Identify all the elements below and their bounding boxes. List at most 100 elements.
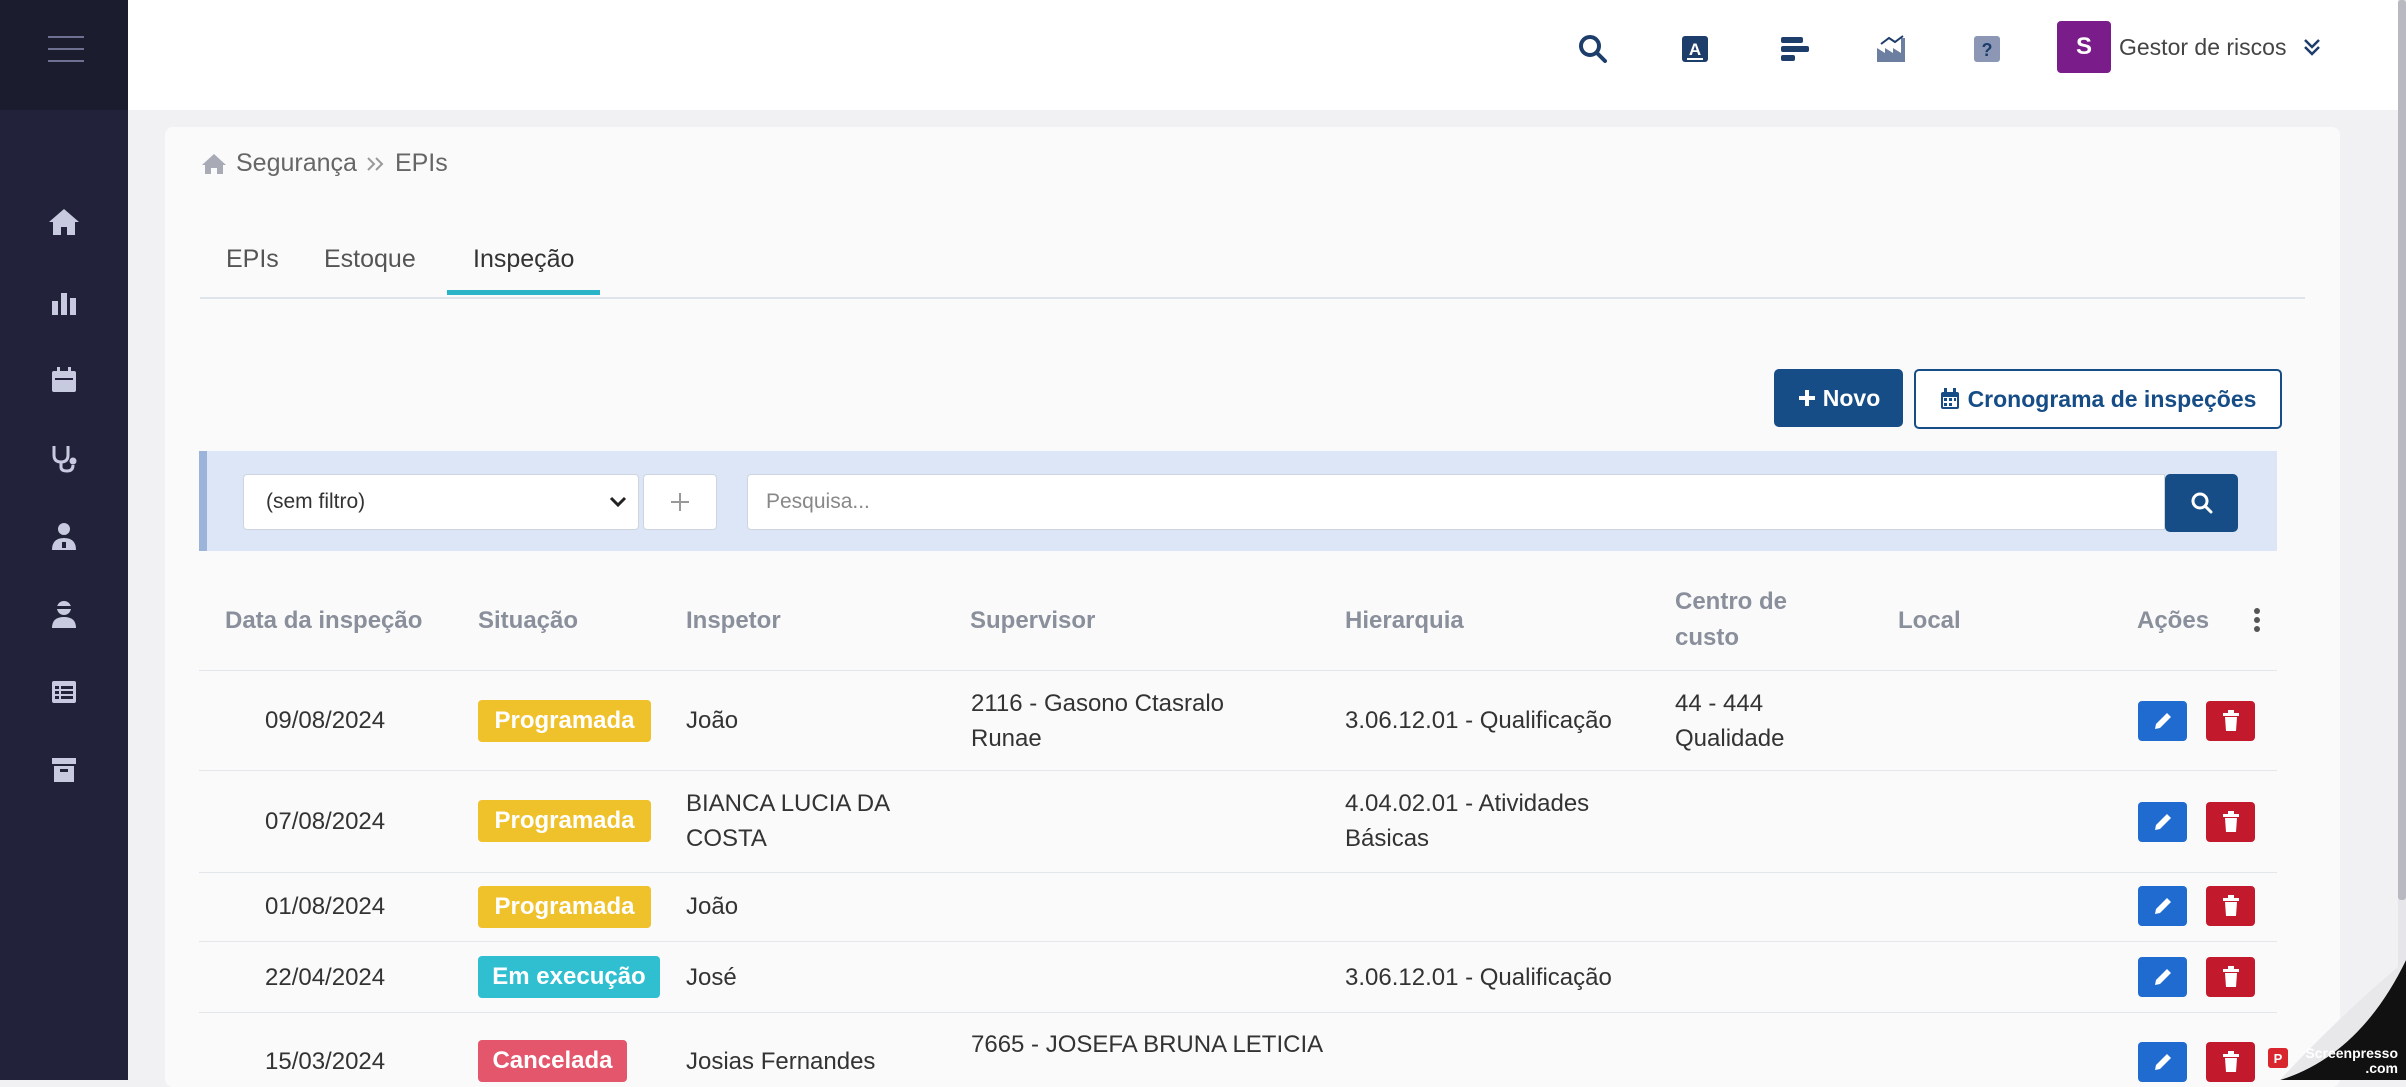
breadcrumb-page: EPIs xyxy=(394,149,448,177)
schedule-button-label: Cronograma de inspeções xyxy=(1967,385,2257,412)
new-button-label: Novo xyxy=(1822,384,1881,411)
trash-icon xyxy=(2222,1051,2239,1072)
cell-date: 01/08/2024 xyxy=(265,893,386,920)
header-cost-center-line2[interactable]: custo xyxy=(1675,624,1739,652)
delete-button[interactable] xyxy=(2206,802,2255,842)
filter-bar: (sem filtro) Pesquisa... xyxy=(199,451,2277,551)
filter-select[interactable]: (sem filtro) xyxy=(243,474,639,530)
row-divider xyxy=(199,770,2277,771)
cell-inspector: Josias Fernandes xyxy=(686,1048,876,1075)
tab-bar: EPIs Estoque Inspeção xyxy=(200,237,2305,299)
filter-select-value: (sem filtro) xyxy=(266,490,366,513)
add-filter-button[interactable] xyxy=(643,474,717,530)
list-icon[interactable] xyxy=(46,674,82,710)
breadcrumb-section[interactable]: Segurança xyxy=(236,149,357,178)
cell-inspector: João xyxy=(686,707,739,734)
menu-icon[interactable] xyxy=(48,36,84,64)
cell-hierarchy-line2: Básicas xyxy=(1345,825,1430,852)
doctor-icon[interactable] xyxy=(46,518,82,554)
watermark-curl: P Screenpresso .com xyxy=(2240,960,2406,1080)
row-divider xyxy=(199,872,2277,873)
cell-supervisor-line2: Runae xyxy=(971,725,1042,752)
search-icon xyxy=(2191,492,2212,514)
chevron-down-icon xyxy=(609,496,627,508)
trash-icon xyxy=(2222,966,2239,987)
pencil-icon xyxy=(2154,1054,2171,1070)
row-divider xyxy=(199,670,2277,671)
avatar[interactable]: S xyxy=(2057,21,2111,73)
calendar-icon[interactable] xyxy=(46,362,82,398)
svg-text:A: A xyxy=(1689,40,1701,59)
home-icon[interactable] xyxy=(46,204,82,240)
watermark-line1: Screenpresso xyxy=(2305,1045,2398,1061)
header-supervisor[interactable]: Supervisor xyxy=(970,607,1095,635)
double-chevron-right-icon xyxy=(367,156,384,171)
tab-epis[interactable]: EPIs xyxy=(200,237,305,295)
user-icon[interactable] xyxy=(46,596,82,632)
breadcrumb: Segurança EPIs xyxy=(200,149,448,178)
cell-supervisor: 7665 - JOSEFA BRUNA LETICIA xyxy=(971,1031,1324,1058)
chevron-down-icon[interactable] xyxy=(2302,36,2322,63)
tab-inspecao[interactable]: Inspeção xyxy=(447,237,601,295)
search-input[interactable]: Pesquisa... xyxy=(747,474,2165,530)
cell-cost-center: 44 - 444 xyxy=(1675,690,1764,717)
pencil-icon xyxy=(2154,713,2171,729)
status-badge: Programada xyxy=(478,886,651,928)
edit-button[interactable] xyxy=(2138,802,2187,842)
cell-hierarchy: 3.06.12.01 - Qualificação xyxy=(1345,964,1612,991)
industry-icon[interactable] xyxy=(1868,26,1914,72)
edit-button[interactable] xyxy=(2138,1042,2187,1082)
home-icon[interactable] xyxy=(200,152,228,176)
font-icon[interactable]: A xyxy=(1672,26,1718,72)
edit-button[interactable] xyxy=(2138,886,2187,926)
search-button[interactable] xyxy=(2165,474,2238,532)
status-badge: Em execução xyxy=(478,956,660,998)
header-cost-center-line1[interactable]: Centro de xyxy=(1675,588,1787,616)
cell-date: 09/08/2024 xyxy=(265,707,386,734)
row-divider xyxy=(199,1012,2277,1013)
header-inspector[interactable]: Inspetor xyxy=(686,607,781,635)
pencil-icon xyxy=(2154,969,2171,985)
cell-inspector: José xyxy=(686,964,737,991)
cell-supervisor: 2116 - Gasono Ctasralo xyxy=(971,690,1225,717)
status-badge: Programada xyxy=(478,800,651,842)
schedule-button[interactable]: Cronograma de inspeções xyxy=(1914,369,2282,429)
cell-date: 07/08/2024 xyxy=(265,808,386,835)
status-badge: Cancelada xyxy=(478,1040,627,1082)
edit-button[interactable] xyxy=(2138,957,2187,997)
delete-button[interactable] xyxy=(2206,701,2255,741)
header-location[interactable]: Local xyxy=(1898,607,1961,635)
watermark-line2: .com xyxy=(2365,1060,2398,1076)
status-badge: Programada xyxy=(478,700,651,742)
sidebar-header xyxy=(0,0,128,110)
cell-hierarchy: 3.06.12.01 - Qualificação xyxy=(1345,707,1612,734)
header-status[interactable]: Situação xyxy=(478,607,578,635)
bars-icon[interactable] xyxy=(1771,26,1817,72)
scrollbar-thumb[interactable] xyxy=(2398,0,2406,900)
sidebar xyxy=(0,0,128,1080)
cell-date: 15/03/2024 xyxy=(265,1048,386,1075)
header-hierarchy[interactable]: Hierarquia xyxy=(1345,607,1464,635)
archive-icon[interactable] xyxy=(46,752,82,788)
header-date[interactable]: Data da inspeção xyxy=(225,607,422,635)
tab-estoque[interactable]: Estoque xyxy=(298,237,442,295)
cell-hierarchy: 4.04.02.01 - Atividades xyxy=(1345,790,1590,817)
cell-cost-center-line2: Qualidade xyxy=(1675,725,1785,752)
search-icon[interactable] xyxy=(1570,26,1616,72)
user-name[interactable]: Gestor de riscos xyxy=(2119,34,2286,61)
pencil-icon xyxy=(2154,898,2171,914)
trash-icon xyxy=(2222,811,2239,832)
calendar-icon xyxy=(1940,388,1959,409)
bar-chart-icon[interactable] xyxy=(46,284,82,320)
stethoscope-icon[interactable] xyxy=(46,440,82,476)
cell-date: 22/04/2024 xyxy=(265,964,386,991)
column-options-icon[interactable] xyxy=(2253,607,2261,638)
header-actions: Ações xyxy=(2137,607,2210,634)
cell-inspector: João xyxy=(686,893,739,920)
delete-button[interactable] xyxy=(2206,886,2255,926)
new-button[interactable]: Novo xyxy=(1774,369,1903,427)
help-icon[interactable]: ? xyxy=(1964,26,2010,72)
cell-inspector-line2: COSTA xyxy=(686,825,767,852)
edit-button[interactable] xyxy=(2138,701,2187,741)
plus-icon xyxy=(1798,390,1815,406)
